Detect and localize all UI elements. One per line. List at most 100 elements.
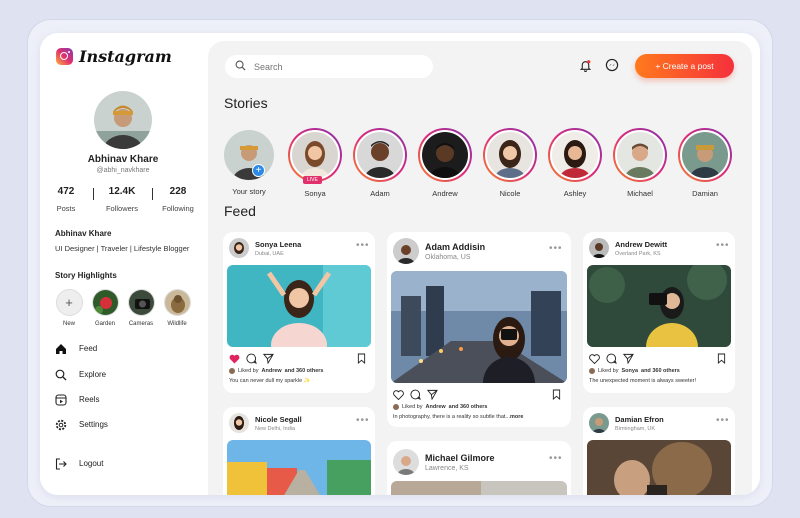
live-badge: LIVE <box>303 176 322 184</box>
liked-name: Sonya <box>621 368 639 374</box>
search-input[interactable] <box>254 61 414 72</box>
post-image[interactable] <box>587 265 731 347</box>
post-avatar[interactable] <box>589 238 609 258</box>
story-sonya[interactable]: LIVE Sonya <box>285 128 345 198</box>
story-name: Michael <box>627 189 653 198</box>
post-location: Overland Park, KS <box>615 250 661 257</box>
post-author[interactable]: Nicole Segall <box>255 415 302 424</box>
bio-text: UI Designer | Traveler | Lifestyle Blogg… <box>55 244 190 253</box>
nav-logout[interactable]: Logout <box>54 457 103 470</box>
share-icon[interactable] <box>262 351 274 369</box>
highlight-thumb <box>91 289 119 316</box>
share-icon[interactable] <box>622 351 634 369</box>
post-image[interactable] <box>587 440 731 495</box>
nav-reels[interactable]: Reels <box>54 393 99 406</box>
liked-suffix: and 360 others <box>448 404 488 410</box>
bookmark-icon[interactable] <box>717 351 726 369</box>
post-avatar[interactable] <box>229 238 249 258</box>
post-author[interactable]: Damian Efron <box>615 415 664 424</box>
highlight-cameras[interactable]: Cameras <box>123 289 159 327</box>
highlight-new[interactable]: + New <box>51 289 87 327</box>
story-damian[interactable]: Damian <box>675 128 735 198</box>
story-ashley[interactable]: Ashley <box>545 128 605 198</box>
story-michael[interactable]: Michael <box>610 128 670 198</box>
highlight-wildlife[interactable]: Wildlife <box>159 289 195 327</box>
divider <box>93 188 94 200</box>
post-header: Adam Addisin Oklahoma, US <box>393 238 485 264</box>
profile-name: Abhinav Khare <box>87 154 159 165</box>
stat-following[interactable]: 228 Following <box>156 186 200 213</box>
main-content: + Create a post Stories + Your story LIV… <box>208 41 752 495</box>
story-your-story[interactable]: + Your story <box>219 128 279 196</box>
likes-summary[interactable]: Liked by Andrew and 360 others <box>229 368 324 374</box>
post-image[interactable] <box>227 440 371 495</box>
story-nicole[interactable]: Nicole <box>480 128 540 198</box>
more-link[interactable]: more <box>510 414 523 420</box>
nav-explore[interactable]: Explore <box>54 368 106 381</box>
post-card[interactable]: Damian Efron Birmingham, UK ••• <box>583 407 735 495</box>
post-author[interactable]: Michael Gilmore <box>425 453 495 463</box>
post-card[interactable]: Adam Addisin Oklahoma, US ••• Liked by And… <box>387 232 571 427</box>
post-image[interactable] <box>391 481 567 495</box>
post-author[interactable]: Adam Addisin <box>425 242 485 252</box>
post-avatar[interactable] <box>589 413 609 433</box>
stat-value: 472 <box>57 186 75 197</box>
post-card[interactable]: Sonya Leena Dubai, UAE ••• Liked by Andrew… <box>223 232 375 393</box>
post-card[interactable]: Andrew Dewitt Overland Park, KS ••• Liked… <box>583 232 735 393</box>
highlight-label: Garden <box>94 321 115 327</box>
post-actions <box>393 387 438 405</box>
more-options-icon[interactable]: ••• <box>549 243 563 254</box>
messenger-icon[interactable] <box>604 57 620 73</box>
more-options-icon[interactable]: ••• <box>356 415 370 426</box>
nav-label: Logout <box>79 459 104 468</box>
more-options-icon[interactable]: ••• <box>356 240 370 251</box>
profile-avatar[interactable] <box>94 91 152 149</box>
liked-name: Andrew <box>261 368 282 374</box>
bell-icon[interactable] <box>577 57 593 73</box>
stat-label: Following <box>162 204 194 213</box>
nav-feed[interactable]: Feed <box>54 342 97 355</box>
more-options-icon[interactable]: ••• <box>549 453 563 464</box>
logo-text: Instagram <box>79 47 172 66</box>
story-andrew[interactable]: Andrew <box>415 128 475 198</box>
more-options-icon[interactable]: ••• <box>716 240 730 251</box>
bookmark-icon[interactable] <box>357 351 366 369</box>
search-bar[interactable] <box>225 55 433 78</box>
story-avatar <box>485 130 535 180</box>
post-actions <box>229 351 274 369</box>
more-options-icon[interactable]: ••• <box>716 415 730 426</box>
story-name: Adam <box>370 189 390 198</box>
highlight-label: New <box>62 321 75 327</box>
heart-icon[interactable] <box>229 351 240 369</box>
highlight-garden[interactable]: Garden <box>87 289 123 327</box>
heart-icon[interactable] <box>393 387 404 405</box>
likes-summary[interactable]: Liked by Sonya and 360 others <box>589 368 680 374</box>
post-card[interactable]: Michael Gilmore Lawrence, KS ••• <box>387 441 571 495</box>
post-card[interactable]: Nicole Segall New Delhi, India ••• <box>223 407 375 495</box>
post-image[interactable] <box>227 265 371 347</box>
add-story-icon[interactable]: + <box>252 164 265 177</box>
comment-icon[interactable] <box>410 387 421 405</box>
story-name: Damian <box>692 189 718 198</box>
post-header: Michael Gilmore Lawrence, KS <box>393 449 495 475</box>
logo[interactable]: Instagram <box>56 47 172 66</box>
post-location: Oklahoma, US <box>425 253 471 261</box>
post-avatar[interactable] <box>229 413 249 433</box>
story-avatar <box>420 130 470 180</box>
post-image[interactable] <box>391 271 567 383</box>
stat-posts[interactable]: 472 Posts <box>44 186 88 213</box>
stat-followers[interactable]: 12.4K Followers <box>100 186 144 213</box>
heart-icon[interactable] <box>589 351 600 369</box>
post-author[interactable]: Sonya Leena <box>255 240 301 249</box>
post-avatar[interactable] <box>393 238 419 264</box>
post-avatar[interactable] <box>393 449 419 475</box>
nav-settings[interactable]: Settings <box>54 418 108 431</box>
likes-summary[interactable]: Liked by Andrew and 360 others <box>393 404 488 410</box>
share-icon[interactable] <box>426 387 438 405</box>
create-post-button[interactable]: + Create a post <box>635 54 734 78</box>
bookmark-icon[interactable] <box>552 387 561 405</box>
comment-icon[interactable] <box>606 351 617 369</box>
post-author[interactable]: Andrew Dewitt <box>615 240 667 249</box>
story-adam[interactable]: Adam <box>350 128 410 198</box>
comment-icon[interactable] <box>246 351 257 369</box>
